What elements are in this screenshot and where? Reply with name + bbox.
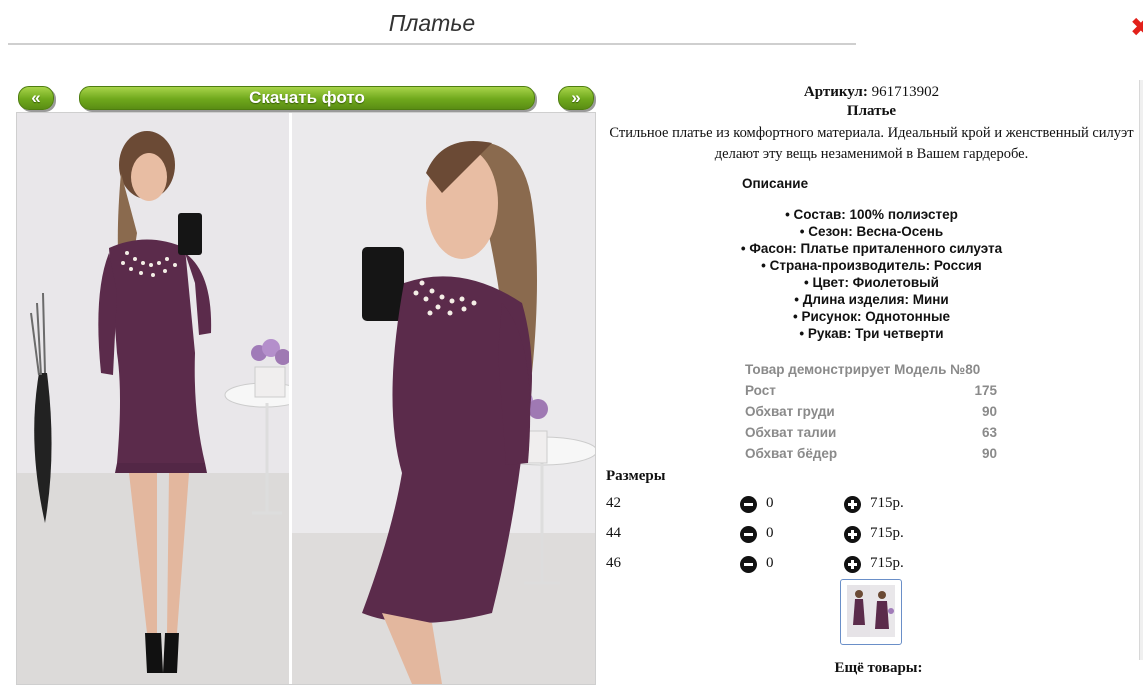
size-row: 42 0 715р. (606, 493, 1006, 517)
download-photo-button[interactable]: Скачать фото (79, 86, 535, 110)
model-row-label: Товар демонстрирует Модель №80 (745, 362, 981, 377)
product-photo-front[interactable] (17, 113, 289, 684)
detail-item: Фасон: Платье приталенного силуэта (600, 240, 1143, 257)
minus-icon[interactable] (740, 496, 757, 513)
quantity-value: 0 (766, 555, 774, 571)
product-photo-side[interactable] (292, 113, 595, 684)
detail-item: Состав: 100% полиэстер (600, 206, 1143, 223)
page-title: Платье (8, 10, 856, 45)
size-price: 715р. (870, 555, 904, 571)
detail-item: Рисунок: Однотонные (600, 308, 1143, 325)
model-row: Обхват груди 90 (745, 401, 997, 422)
model-row: Рост 175 (745, 380, 997, 401)
next-photo-button[interactable]: » (558, 86, 594, 110)
model-row-value: 90 (981, 404, 997, 419)
size-row: 46 0 715р. (606, 553, 1006, 577)
details-heading: Описание (742, 176, 809, 191)
model-row-label: Обхват груди (745, 404, 835, 419)
scrollbar[interactable] (1139, 80, 1143, 660)
product-description: Стильное платье из комфортного материала… (609, 125, 1134, 162)
quantity-value: 0 (766, 525, 774, 541)
minus-icon[interactable] (740, 526, 757, 543)
close-icon[interactable]: ✖ (1130, 14, 1143, 42)
model-row-value: 63 (981, 425, 997, 440)
product-thumbnail[interactable] (840, 579, 902, 645)
model-row-value: 175 (974, 383, 997, 398)
prev-photo-button[interactable]: « (18, 86, 54, 110)
size-row: 44 0 715р. (606, 523, 1006, 547)
plus-icon[interactable] (844, 526, 861, 543)
size-label: 42 (606, 495, 621, 511)
sizes-heading: Размеры (606, 468, 666, 484)
size-label: 46 (606, 555, 621, 571)
size-price: 715р. (870, 495, 904, 511)
detail-item: Цвет: Фиолетовый (600, 274, 1143, 291)
more-products-heading: Ещё товары: (834, 660, 923, 676)
model-row-label: Обхват бёдер (745, 446, 838, 461)
size-label: 44 (606, 525, 621, 541)
model-measurements: Товар демонстрирует Модель №80 Рост 175 … (745, 359, 997, 464)
model-row: Обхват талии 63 (745, 422, 997, 443)
detail-item: Длина изделия: Мини (600, 291, 1143, 308)
model-row-label: Рост (745, 383, 776, 398)
sku-label: Артикул: (803, 84, 868, 100)
size-price: 715р. (870, 525, 904, 541)
plus-icon[interactable] (844, 556, 861, 573)
model-row: Товар демонстрирует Модель №80 (745, 359, 997, 380)
detail-item: Рукав: Три четверти (600, 325, 1143, 342)
detail-item: Страна-производитель: Россия (600, 257, 1143, 274)
quantity-value: 0 (766, 495, 774, 511)
product-name: Платье (846, 103, 897, 119)
sku-line: Артикул: 961713902 (600, 84, 1143, 101)
model-row-label: Обхват талии (745, 425, 837, 440)
details-list: Состав: 100% полиэстер Сезон: Весна-Осен… (600, 206, 1143, 342)
plus-icon[interactable] (844, 496, 861, 513)
model-row: Обхват бёдер 90 (745, 443, 997, 464)
photo-gallery (16, 112, 596, 685)
detail-item: Сезон: Весна-Осень (600, 223, 1143, 240)
minus-icon[interactable] (740, 556, 757, 573)
model-row-value: 90 (981, 446, 997, 461)
sku-value: 961713902 (871, 84, 940, 100)
